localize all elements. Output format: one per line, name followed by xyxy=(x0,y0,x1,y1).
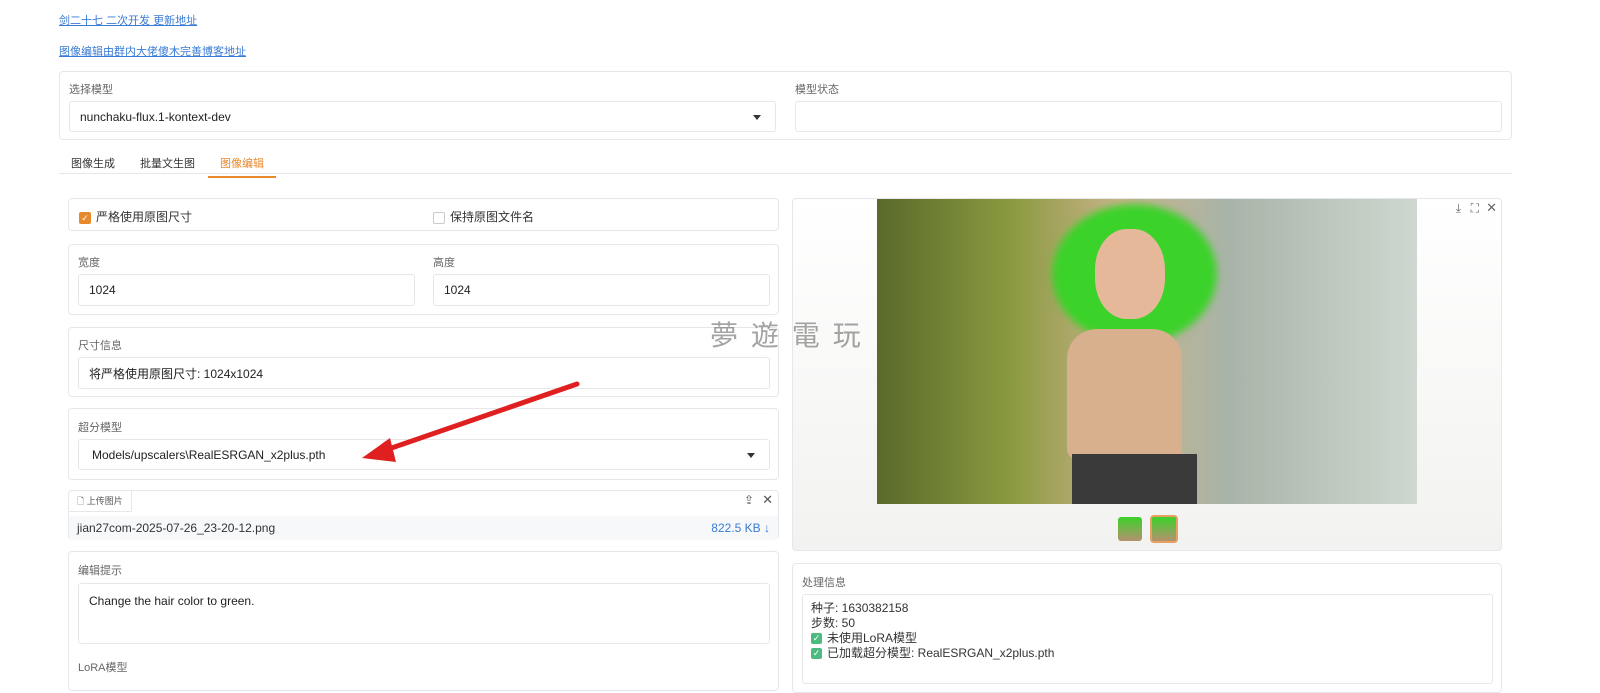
arrow-shaft xyxy=(377,381,580,455)
red-arrow-annotation xyxy=(362,381,580,462)
arrow-head xyxy=(362,438,396,462)
